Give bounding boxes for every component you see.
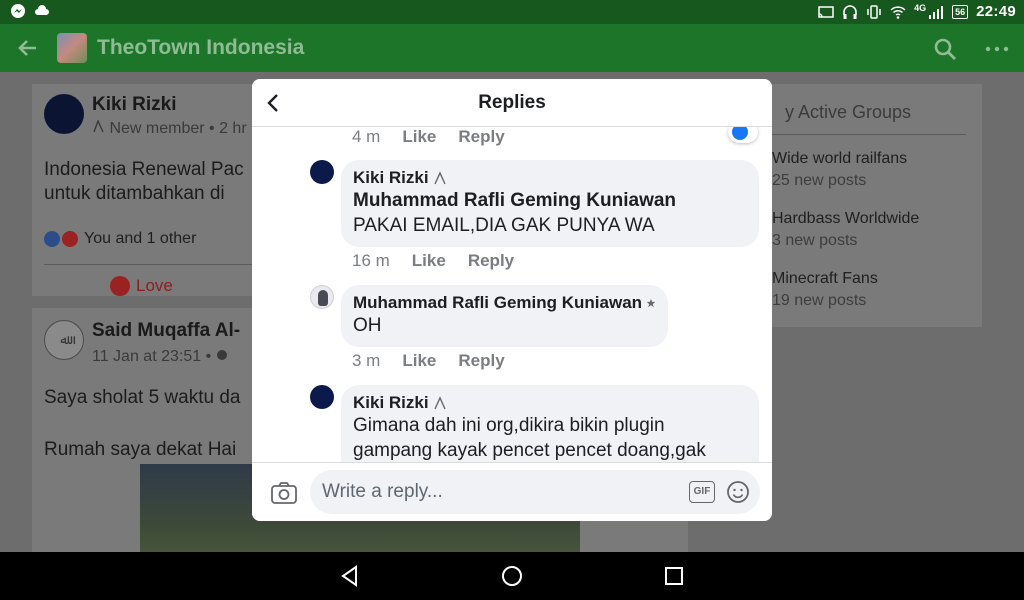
heart-icon: [110, 276, 130, 296]
dialog-title: Replies: [478, 92, 546, 113]
clock: 22:49: [976, 3, 1016, 20]
comment-text: PAKAI EMAIL,DIA GAK PUNYA WA: [353, 215, 655, 236]
comment-time: 4 m: [352, 127, 381, 146]
like-reaction-icon: [44, 231, 60, 247]
comment-author[interactable]: Muhammad Rafli Geming Kuniawan: [353, 293, 656, 313]
cloud-icon: [35, 5, 49, 15]
nav-recents-icon[interactable]: [662, 564, 686, 588]
like-button[interactable]: Like: [402, 127, 436, 146]
post-text-line: Indonesia Renewal Pac: [44, 159, 244, 180]
replies-list[interactable]: 4 m Like Reply Kiki Rizki Muhammad Rafli G…: [252, 127, 772, 462]
nav-home-icon[interactable]: [500, 564, 524, 588]
comment-author[interactable]: Kiki Rizki: [353, 168, 747, 188]
app-bar: TheoTown Indonesia: [0, 24, 1024, 72]
signal-icon: [929, 5, 944, 19]
battery-indicator: 56: [952, 4, 969, 19]
search-icon[interactable]: [932, 36, 958, 62]
comment-actions: 3 m Like Reply: [352, 351, 505, 371]
post-text-line: Rumah saya dekat Hai: [44, 439, 237, 460]
vibrate-icon: [867, 4, 881, 19]
back-arrow-icon[interactable]: [14, 34, 42, 62]
avatar[interactable]: [44, 94, 84, 134]
reaction-text: You and 1 other: [84, 230, 197, 247]
avatar[interactable]: [310, 285, 334, 309]
group-posts: 25 new posts: [772, 172, 867, 189]
active-groups-title: y Active Groups: [785, 102, 912, 122]
group-thumbnail[interactable]: [57, 33, 87, 63]
active-groups-card: y Active Groups Wide world railfans 25 n…: [740, 84, 982, 327]
divider: [762, 134, 966, 135]
comment-actions: 16 m Like Reply: [352, 251, 514, 271]
gif-button[interactable]: GIF: [689, 481, 715, 503]
comment-author[interactable]: Kiki Rizki: [353, 393, 747, 413]
wifi-icon: [890, 5, 906, 19]
avatar[interactable]: ﷲ: [44, 320, 84, 360]
admin-badge-icon: [646, 298, 656, 308]
post-author[interactable]: Said Muqaffa Al-: [92, 320, 240, 342]
comment-time: 3 m: [352, 351, 381, 370]
comment-bubble: Kiki Rizki Gimana dah ini org,dikira bik…: [341, 385, 759, 462]
comment-actions: 4 m Like Reply: [352, 127, 505, 147]
post-text-line: Saya sholat 5 waktu da: [44, 387, 241, 408]
messenger-app-icon: [11, 4, 25, 18]
comment-time: 16 m: [352, 251, 390, 270]
emoji-icon[interactable]: [726, 480, 750, 504]
group-title: TheoTown Indonesia: [97, 36, 305, 59]
avatar[interactable]: [310, 385, 334, 409]
comment-text-line: gampang kayak pencet pencet doang,gak: [353, 440, 706, 461]
comment-mention[interactable]: Muhammad Rafli Geming Kuniawan: [353, 188, 747, 213]
group-name[interactable]: Wide world railfans: [772, 150, 907, 168]
new-member-badge-icon: [433, 396, 446, 410]
status-bar: 4G 56 22:49: [0, 0, 1024, 24]
navigation-bar: [0, 552, 1024, 600]
post-text-line: untuk ditambahkan di: [44, 183, 225, 204]
like-button[interactable]: Like: [412, 251, 446, 270]
group-name[interactable]: Hardbass Worldwide: [772, 210, 919, 228]
comment-text-line: Gimana dah ini org,dikira bikin plugin: [353, 415, 665, 436]
love-label: Love: [136, 276, 173, 295]
replies-dialog: Replies 4 m Like Reply Kiki Rizki Muhammad…: [252, 79, 772, 521]
reply-button[interactable]: Reply: [458, 127, 504, 146]
like-button[interactable]: Like: [402, 351, 436, 370]
like-icon: [732, 127, 748, 140]
love-button[interactable]: Love: [110, 276, 173, 296]
comment-text: OH: [353, 315, 382, 336]
globe-icon: [216, 350, 227, 360]
cast-icon: [818, 5, 834, 18]
group-name[interactable]: Minecraft Fans: [772, 270, 878, 288]
camera-icon[interactable]: [270, 481, 298, 505]
post-author[interactable]: Kiki Rizki: [92, 94, 176, 116]
love-reaction-icon: [62, 231, 78, 247]
nav-back-icon[interactable]: [338, 564, 362, 588]
reaction-chip[interactable]: [728, 127, 758, 143]
reply-button[interactable]: Reply: [458, 351, 504, 370]
group-posts: 19 new posts: [772, 292, 867, 309]
network-type: 4G: [914, 2, 927, 13]
post-meta: 11 Jan at 23:51 •: [92, 348, 228, 366]
dialog-header: Replies: [252, 79, 772, 127]
new-member-badge-icon: [433, 171, 446, 185]
comment-bubble: Muhammad Rafli Geming Kuniawan OH: [341, 285, 668, 347]
post-meta: New member • 2 hr: [92, 119, 247, 138]
reaction-summary[interactable]: You and 1 other: [44, 230, 196, 248]
divider: [44, 264, 254, 265]
new-member-icon: [93, 119, 104, 133]
headphones-icon: [843, 4, 857, 19]
reply-composer: GIF: [252, 462, 772, 521]
avatar[interactable]: [310, 160, 334, 184]
reply-button[interactable]: Reply: [468, 251, 514, 270]
comment-bubble: Kiki Rizki Muhammad Rafli Geming Kuniawa…: [341, 160, 759, 247]
more-options-icon[interactable]: [984, 36, 1010, 62]
group-posts: 3 new posts: [772, 232, 858, 249]
